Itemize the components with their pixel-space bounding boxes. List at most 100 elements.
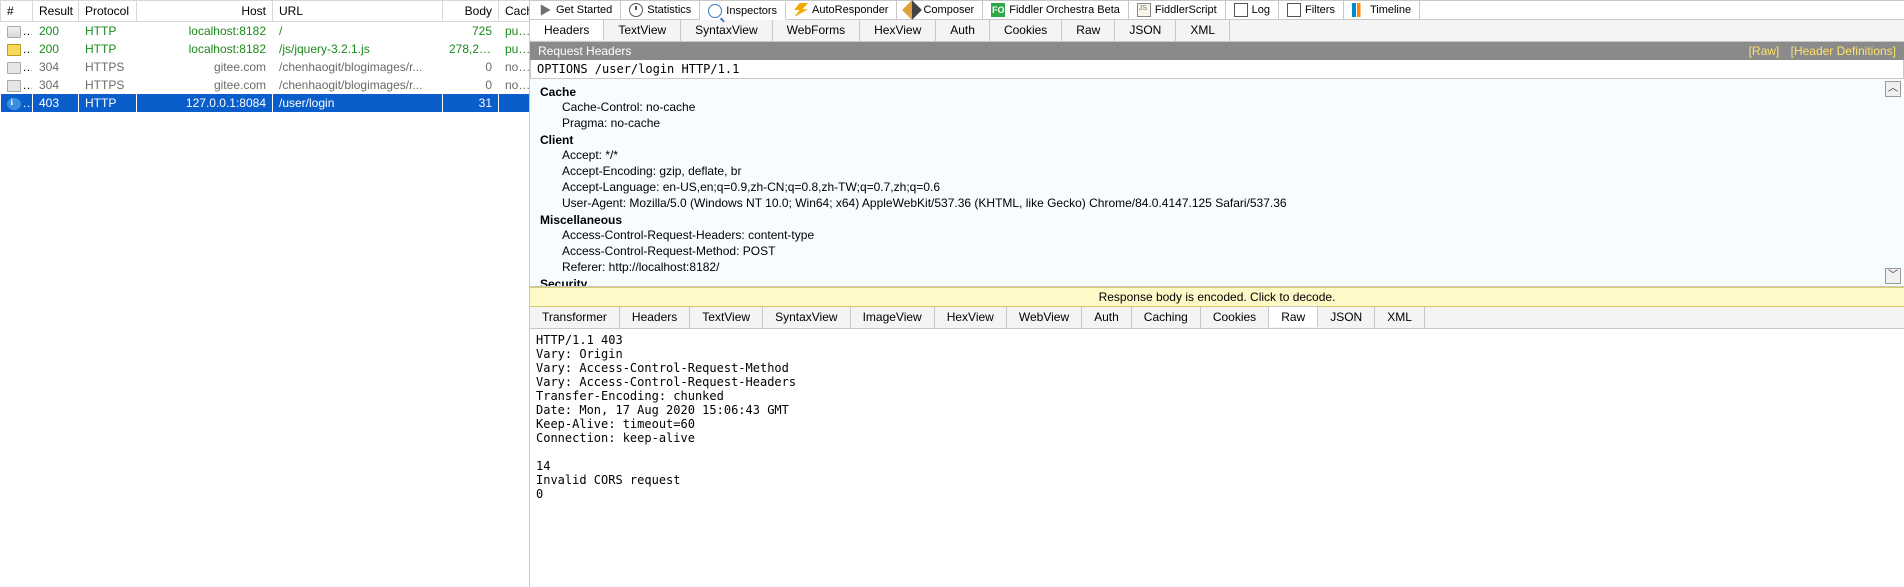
resp-tab-raw[interactable]: Raw: [1269, 306, 1318, 327]
req-tab-raw[interactable]: Raw: [1062, 20, 1115, 41]
tab-label: Timeline: [1370, 4, 1411, 16]
resp-tab-headers[interactable]: Headers: [620, 307, 690, 328]
resp-tab-auth[interactable]: Auth: [1082, 307, 1132, 328]
tab-statistics[interactable]: Statistics: [621, 1, 700, 19]
req-tab-json[interactable]: JSON: [1115, 20, 1176, 41]
header-item[interactable]: Access-Control-Request-Method: POST: [540, 243, 1894, 259]
header-item[interactable]: Accept-Language: en-US,en;q=0.9,zh-CN;q=…: [540, 179, 1894, 195]
sessions-header-row: # Result Protocol Host URL Body Cachin: [1, 1, 531, 22]
tab-timeline[interactable]: Timeline: [1344, 1, 1420, 19]
response-raw-text[interactable]: HTTP/1.1 403 Vary: Origin Vary: Access-C…: [530, 329, 1904, 587]
tab-inspectors[interactable]: Inspectors: [700, 2, 786, 20]
req-tab-cookies[interactable]: Cookies: [990, 20, 1062, 41]
col-header-body[interactable]: Body: [443, 1, 499, 22]
header-item[interactable]: Cache-Control: no-cache: [540, 99, 1894, 115]
doc-icon: [7, 26, 21, 38]
col-header-caching[interactable]: Cachin: [499, 1, 531, 22]
tab-filters[interactable]: Filters: [1279, 1, 1344, 19]
response-sub-tabs: TransformerHeadersTextViewSyntaxViewImag…: [530, 307, 1904, 329]
header-section-security[interactable]: Security: [540, 277, 1894, 287]
resp-tab-cookies[interactable]: Cookies: [1201, 307, 1269, 328]
req-tab-textview[interactable]: TextView: [604, 20, 681, 41]
resp-tab-xml[interactable]: XML: [1375, 307, 1425, 328]
req-tab-auth[interactable]: Auth: [936, 20, 990, 41]
pencil-icon: [903, 0, 923, 20]
cell-protocol: HTTPS: [79, 58, 137, 76]
header-item[interactable]: Access-Control-Request-Headers: content-…: [540, 227, 1894, 243]
link-raw[interactable]: [Raw]: [1749, 44, 1780, 58]
cell-caching: no-cac: [499, 58, 531, 76]
tab-label: Filters: [1305, 4, 1335, 16]
table-row[interactable]: 2200HTTPlocalhost:8182/js/jquery-3.2.1.j…: [1, 40, 531, 58]
cell-protocol: HTTP: [79, 40, 137, 58]
col-header-host[interactable]: Host: [137, 1, 273, 22]
request-headers-title: Request Headers: [538, 44, 631, 58]
req-tab-xml[interactable]: XML: [1176, 20, 1230, 41]
decode-banner[interactable]: Response body is encoded. Click to decod…: [530, 287, 1904, 307]
resp-tab-imageview[interactable]: ImageView: [851, 307, 935, 328]
resp-tab-caching[interactable]: Caching: [1132, 307, 1201, 328]
req-tab-headers[interactable]: Headers: [530, 19, 604, 40]
col-header-url[interactable]: URL: [273, 1, 443, 22]
cell-host: gitee.com: [137, 58, 273, 76]
bolt-icon: [794, 3, 808, 17]
cell-body: 0: [443, 58, 499, 76]
cell-body: 0: [443, 76, 499, 94]
resp-tab-webview[interactable]: WebView: [1007, 307, 1082, 328]
req-tab-webforms[interactable]: WebForms: [773, 20, 860, 41]
cache-icon: [7, 62, 21, 74]
request-line[interactable]: OPTIONS /user/login HTTP/1.1: [530, 60, 1904, 79]
clock-icon: [629, 3, 643, 17]
table-row[interactable]: 3403HTTP127.0.0.1:8084/user/login31: [1, 94, 531, 112]
col-header-protocol[interactable]: Protocol: [79, 1, 137, 22]
request-headers-bar: Request Headers [Raw] [Header Definition…: [530, 42, 1904, 60]
tab-log[interactable]: Log: [1226, 1, 1279, 19]
req-tab-syntaxview[interactable]: SyntaxView: [681, 20, 772, 41]
cache-icon: [7, 80, 21, 92]
cell-result: 200: [33, 22, 79, 41]
col-header-result[interactable]: Result: [33, 1, 79, 22]
header-section-cache[interactable]: Cache: [540, 85, 1894, 99]
header-section-miscellaneous[interactable]: Miscellaneous: [540, 213, 1894, 227]
resp-tab-hexview[interactable]: HexView: [935, 307, 1007, 328]
cell-host: 127.0.0.1:8084: [137, 94, 273, 112]
resp-tab-syntaxview[interactable]: SyntaxView: [763, 307, 850, 328]
cell-caching: no-cac: [499, 76, 531, 94]
resp-tab-json[interactable]: JSON: [1318, 307, 1375, 328]
col-header-index[interactable]: #: [1, 1, 33, 22]
resp-tab-textview[interactable]: TextView: [690, 307, 763, 328]
fo-icon: FO: [991, 3, 1005, 17]
cell-host: gitee.com: [137, 76, 273, 94]
resp-tab-transformer[interactable]: Transformer: [530, 307, 620, 328]
tab-get-started[interactable]: Get Started: [530, 1, 621, 19]
header-item[interactable]: Pragma: no-cache: [540, 115, 1894, 131]
timeline-icon: [1352, 3, 1366, 17]
scroll-down-icon[interactable]: ﹀: [1885, 268, 1901, 284]
scroll-up-icon[interactable]: ︿: [1885, 81, 1901, 97]
table-row[interactable]: 6304HTTPSgitee.com/chenhaogit/blogimages…: [1, 76, 531, 94]
cell-body: 725: [443, 22, 499, 41]
table-row[interactable]: 1200HTTPlocalhost:8182/725public,: [1, 22, 531, 41]
tab-fiddlerscript[interactable]: FiddlerScript: [1129, 1, 1226, 19]
link-header-definitions[interactable]: [Header Definitions]: [1791, 44, 1896, 58]
cell-result: 304: [33, 58, 79, 76]
header-item[interactable]: Referer: http://localhost:8182/: [540, 259, 1894, 275]
tab-label: Log: [1252, 4, 1270, 16]
req-tab-hexview[interactable]: HexView: [860, 20, 936, 41]
script-icon: [1137, 3, 1151, 17]
tab-fiddler-orchestra-beta[interactable]: FOFiddler Orchestra Beta: [983, 1, 1129, 19]
cell-url: /chenhaogit/blogimages/r...: [273, 58, 443, 76]
header-item[interactable]: Accept: */*: [540, 147, 1894, 163]
tab-composer[interactable]: Composer: [897, 1, 983, 19]
tab-autoresponder[interactable]: AutoResponder: [786, 1, 897, 19]
header-item[interactable]: Accept-Encoding: gzip, deflate, br: [540, 163, 1894, 179]
cell-protocol: HTTP: [79, 22, 137, 41]
request-headers-tree[interactable]: ︿ ﹀ CacheCache-Control: no-cachePragma: …: [530, 79, 1904, 287]
info-icon: [7, 98, 21, 110]
table-row[interactable]: 5304HTTPSgitee.com/chenhaogit/blogimages…: [1, 58, 531, 76]
play-icon: [538, 3, 552, 17]
header-section-client[interactable]: Client: [540, 133, 1894, 147]
cell-result: 200: [33, 40, 79, 58]
cell-url: /js/jquery-3.2.1.js: [273, 40, 443, 58]
header-item[interactable]: User-Agent: Mozilla/5.0 (Windows NT 10.0…: [540, 195, 1894, 211]
